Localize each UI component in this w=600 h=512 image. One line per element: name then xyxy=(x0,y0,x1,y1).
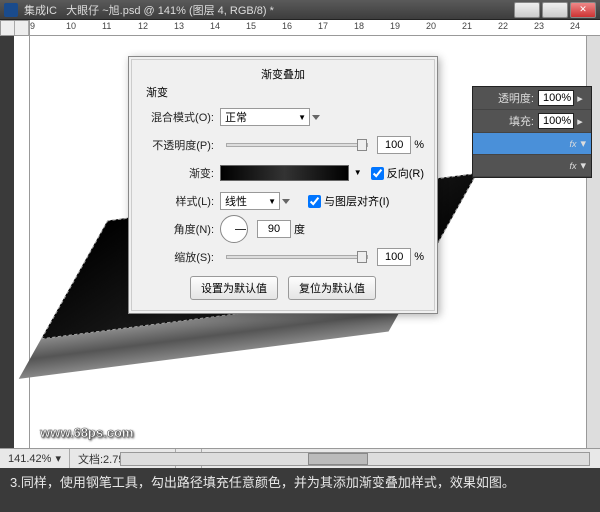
minimize-button[interactable]: — xyxy=(514,2,540,18)
opacity-panel-label: 透明度: xyxy=(478,90,538,106)
gradient-label: 渐变: xyxy=(142,165,220,181)
ruler-vertical xyxy=(14,36,30,448)
scale-label: 缩放(S): xyxy=(142,249,220,265)
reverse-checkbox[interactable] xyxy=(371,167,384,180)
dialog-subtitle: 渐变 xyxy=(146,84,424,100)
blend-mode-label: 混合模式(O): xyxy=(142,109,220,125)
scrollbar-horizontal[interactable] xyxy=(120,452,590,466)
titlebar: 集成IC 大眼仔 ~旭.psd @ 141% (图层 4, RGB/8) * —… xyxy=(0,0,600,20)
opacity-slider[interactable] xyxy=(226,143,368,147)
chevron-down-icon[interactable] xyxy=(312,115,320,120)
opacity-panel-value[interactable]: 100% xyxy=(538,90,574,106)
set-default-button[interactable]: 设置为默认值 xyxy=(190,276,278,300)
align-label: 与图层对齐(I) xyxy=(324,193,389,209)
chevron-icon[interactable]: ▾ xyxy=(580,137,586,150)
reverse-label: 反向(R) xyxy=(387,165,424,181)
watermark: www.68ps.com xyxy=(40,425,133,440)
chevron-down-icon[interactable]: ▸ xyxy=(574,92,586,105)
blend-mode-select[interactable]: 正常 xyxy=(220,108,310,126)
layers-panel: 透明度: 100% ▸ 填充: 100% ▸ fx▾ fx▾ xyxy=(472,86,592,178)
ruler-horizontal: 9101112131415161718192021222324 xyxy=(30,20,600,36)
zoom-status[interactable]: 141.42%▾ xyxy=(0,449,70,468)
window-title: 集成IC 大眼仔 ~旭.psd @ 141% (图层 4, RGB/8) * xyxy=(24,2,514,18)
chevron-down-icon[interactable] xyxy=(282,199,290,204)
ruler-corner xyxy=(0,20,30,36)
gradient-overlay-dialog: 渐变叠加 渐变 混合模式(O): 正常 不透明度(P): 100 % 渐变: 反… xyxy=(128,56,438,314)
tutorial-caption: 3.同样，使用钢笔工具，勾出路径填充任意颜色，并为其添加渐变叠加样式，效果如图。 xyxy=(0,468,600,512)
gradient-preview[interactable] xyxy=(220,165,349,181)
angle-value[interactable]: 90 xyxy=(257,220,291,238)
fill-panel-label: 填充: xyxy=(478,113,538,129)
angle-label: 角度(N): xyxy=(142,221,220,237)
maximize-button[interactable]: ▭ xyxy=(542,2,568,18)
layer-item[interactable]: fx▾ xyxy=(473,133,591,155)
scale-value[interactable]: 100 xyxy=(377,248,411,266)
style-select[interactable]: 线性 xyxy=(220,192,280,210)
chevron-down-icon[interactable]: ▸ xyxy=(574,115,586,128)
scale-slider[interactable] xyxy=(226,255,368,259)
app-icon xyxy=(4,3,18,17)
fill-panel-value[interactable]: 100% xyxy=(538,113,574,129)
layer-item[interactable]: fx▾ xyxy=(473,155,591,177)
chevron-icon[interactable]: ▾ xyxy=(580,159,586,172)
reset-default-button[interactable]: 复位为默认值 xyxy=(288,276,376,300)
opacity-value[interactable]: 100 xyxy=(377,136,411,154)
dialog-title: 渐变叠加 xyxy=(142,66,424,82)
style-label: 样式(L): xyxy=(142,193,220,209)
opacity-label: 不透明度(P): xyxy=(142,137,220,153)
angle-dial[interactable] xyxy=(220,215,248,243)
close-button[interactable]: ✕ xyxy=(570,2,596,18)
align-checkbox[interactable] xyxy=(308,195,321,208)
